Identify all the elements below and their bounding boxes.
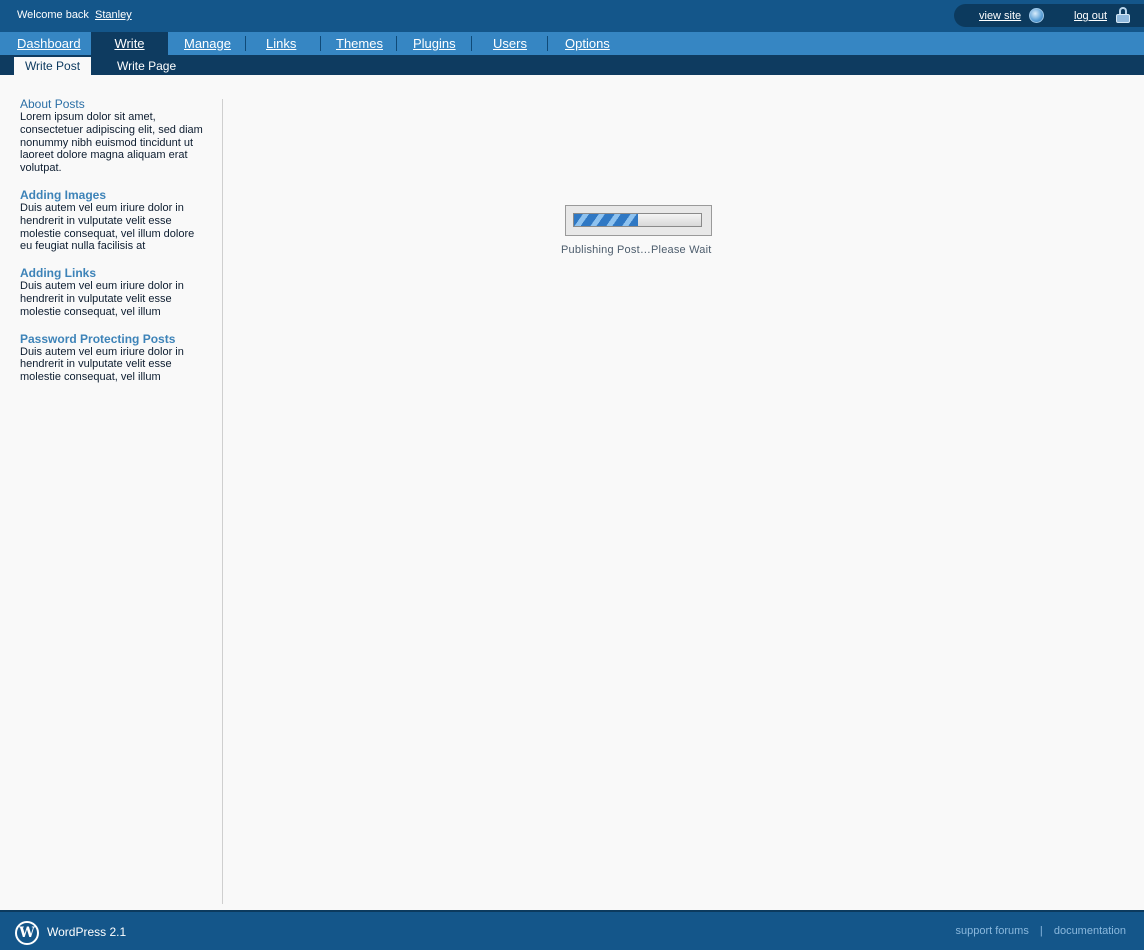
version-label: WordPress 2.1 [47, 925, 127, 939]
log-out-link[interactable]: log out [1074, 10, 1107, 22]
nav-users[interactable]: Users [493, 32, 527, 55]
top-bar: Welcome back Stanley view site log out [0, 0, 1144, 32]
nav-label: Plugins [413, 36, 456, 51]
help-title[interactable]: Adding Links [20, 266, 205, 280]
welcome-message: Welcome back Stanley [17, 9, 132, 21]
lock-icon[interactable] [1116, 7, 1130, 23]
help-body: Duis autem vel eum iriure dolor in hendr… [20, 201, 195, 253]
subnav-write-post[interactable]: Write Post [14, 57, 91, 75]
nav-label: Options [565, 36, 610, 51]
nav-divider [320, 36, 321, 51]
help-body: Lorem ipsum dolor sit amet, consectetuer… [20, 111, 203, 175]
help-section: Adding Links Duis autem vel eum iriure d… [20, 266, 205, 318]
progress-status-text: Publishing Post…Please Wait [561, 244, 712, 256]
nav-dashboard[interactable]: Dashboard [17, 32, 81, 55]
nav-links[interactable]: Links [266, 32, 296, 55]
footer: W WordPress 2.1 support forums | documen… [0, 910, 1144, 950]
nav-divider [471, 36, 472, 51]
nav-divider [245, 36, 246, 51]
subnav-write-page[interactable]: Write Page [117, 57, 176, 75]
help-body: Duis autem vel eum iriure dolor in hendr… [20, 280, 184, 318]
nav-write[interactable]: Write [91, 32, 168, 55]
help-body: Duis autem vel eum iriure dolor in hendr… [20, 345, 184, 384]
help-title[interactable]: Password Protecting Posts [20, 332, 205, 346]
nav-manage[interactable]: Manage [184, 32, 231, 55]
view-site-link[interactable]: view site [979, 10, 1021, 22]
nav-divider [396, 36, 397, 51]
sidebar-divider [222, 99, 223, 904]
username-link[interactable]: Stanley [95, 9, 132, 21]
progress-fill [574, 214, 638, 226]
nav-label: Write [114, 36, 145, 51]
nav-label: Themes [336, 36, 383, 51]
wordpress-logo-icon[interactable]: W [15, 921, 39, 945]
support-forums-link[interactable]: support forums [955, 925, 1028, 937]
nav-plugins[interactable]: Plugins [413, 32, 456, 55]
footer-links: support forums | documentation [955, 925, 1126, 937]
documentation-link[interactable]: documentation [1054, 925, 1126, 937]
globe-icon[interactable] [1029, 8, 1044, 23]
nav-label: Links [266, 36, 297, 51]
sub-navigation: Write Post Write Page [0, 55, 1144, 75]
progress-track [573, 213, 702, 227]
progress-box [565, 205, 712, 236]
footer-separator: | [1039, 925, 1043, 937]
main-navigation: Dashboard Write Manage Links Themes Plug… [0, 32, 1144, 55]
help-section: Password Protecting Posts Duis autem vel… [20, 332, 205, 384]
help-section: About Posts Lorem ipsum dolor sit amet, … [20, 97, 205, 175]
help-section: Adding Images Duis autem vel eum iriure … [20, 188, 205, 253]
nav-options[interactable]: Options [565, 32, 610, 55]
nav-themes[interactable]: Themes [336, 32, 383, 55]
help-title[interactable]: Adding Images [20, 188, 205, 202]
welcome-text: Welcome back [17, 9, 89, 21]
nav-divider [547, 36, 548, 51]
nav-label: Users [493, 36, 527, 51]
help-sidebar: About Posts Lorem ipsum dolor sit amet, … [20, 97, 205, 397]
nav-label: Dashboard [17, 36, 81, 51]
top-links: view site log out [954, 4, 1144, 27]
help-title[interactable]: About Posts [20, 97, 205, 111]
nav-label: Manage [184, 36, 231, 51]
